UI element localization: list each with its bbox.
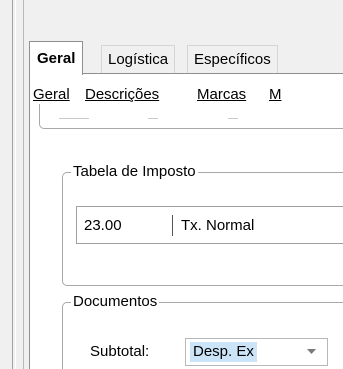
clipped-control — [59, 108, 89, 119]
main-tab-strip: Geral Logística Específicos — [29, 41, 343, 75]
tax-name-value: Tx. Normal — [181, 217, 255, 234]
previous-groupbox-edge — [39, 104, 343, 129]
clipped-control — [228, 108, 238, 119]
subtotal-select[interactable]: Desp. Ex — [185, 338, 328, 366]
tab-geral[interactable]: Geral — [29, 41, 84, 75]
chevron-down-icon[interactable] — [301, 342, 321, 362]
tax-table-field[interactable]: 23.00 Tx. Normal — [76, 206, 343, 244]
clipped-control — [148, 108, 158, 119]
subtab-geral[interactable]: Geral — [33, 86, 70, 103]
subtotal-selected-value: Desp. Ex — [190, 342, 257, 362]
groupbox-title: Documentos — [71, 292, 160, 312]
window-frame: Geral Logística Específicos Geral Descri… — [0, 0, 343, 369]
groupbox-title: Tabela de Imposto — [71, 162, 198, 182]
subtotal-label: Subtotal: — [90, 343, 150, 360]
subtab-descricoes[interactable]: Descrições — [85, 86, 159, 103]
field-separator — [172, 215, 173, 236]
tax-code-value: 23.00 — [84, 217, 122, 234]
subtab-marcas[interactable]: Marcas — [197, 86, 246, 103]
tab-especificos[interactable]: Específicos — [187, 45, 278, 73]
window-left-border — [12, 0, 16, 369]
subtab-more[interactable]: M — [269, 86, 282, 103]
tab-logistica[interactable]: Logística — [101, 45, 176, 73]
